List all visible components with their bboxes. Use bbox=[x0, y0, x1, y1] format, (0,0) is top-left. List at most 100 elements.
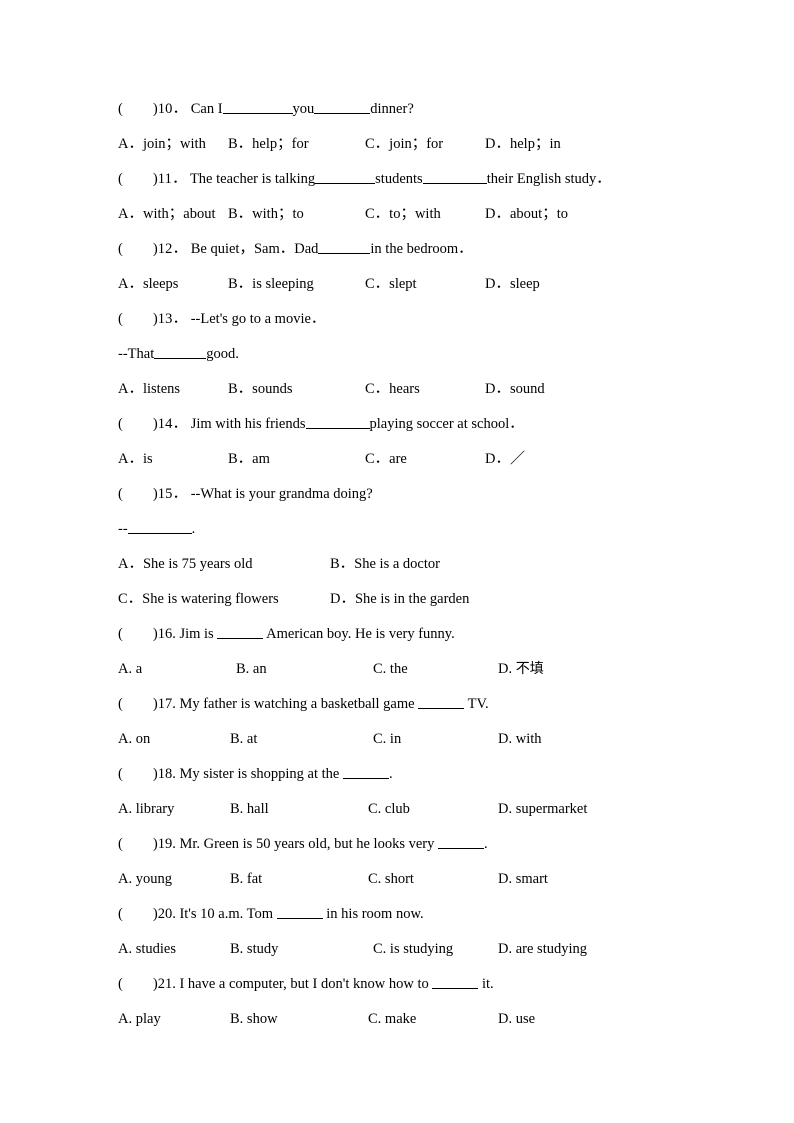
option-a-q19[interactable]: A. young bbox=[118, 862, 172, 897]
option-b-q21[interactable]: B. show bbox=[230, 1002, 278, 1037]
option-b-q15[interactable]: BShe is a doctor bbox=[330, 547, 440, 582]
option-b-q12[interactable]: Bis sleeping bbox=[228, 267, 314, 302]
stem-text-q10-1: Can I bbox=[190, 101, 223, 117]
option-c-q11[interactable]: Cto；with bbox=[365, 197, 441, 232]
option-a-q11[interactable]: Awith；about bbox=[118, 197, 215, 232]
answer-blank[interactable] bbox=[305, 415, 370, 429]
options-row-q20: A. studies B. study C. is studying D. ar… bbox=[118, 932, 678, 967]
slash-icon: ／ bbox=[509, 451, 525, 467]
option-b-q10[interactable]: Bhelp；for bbox=[228, 127, 309, 162]
option-d-q12[interactable]: Dsleep bbox=[485, 267, 540, 302]
option-c-q15[interactable]: CShe is watering flowers bbox=[118, 582, 279, 617]
option-d-q16[interactable]: D. 不填 bbox=[498, 652, 544, 687]
answer-blank[interactable] bbox=[127, 520, 192, 534]
stem-text-q11-2: students bbox=[375, 171, 423, 187]
option-a-q18[interactable]: A. library bbox=[118, 792, 174, 827]
option-d-q11[interactable]: Dabout；to bbox=[485, 197, 568, 232]
answer-blank[interactable] bbox=[418, 695, 465, 709]
answer-blank[interactable] bbox=[217, 625, 264, 639]
stem-text-q18-1: My sister is shopping at the bbox=[179, 766, 340, 782]
option-b-q17[interactable]: B. at bbox=[230, 722, 257, 757]
option-c-q17[interactable]: C. in bbox=[373, 722, 401, 757]
stem-text-q10-3: dinner? bbox=[370, 101, 414, 117]
option-c-q14[interactable]: Care bbox=[365, 442, 407, 477]
question-number-q12: 12 bbox=[157, 241, 173, 257]
option-c-q16[interactable]: C. the bbox=[373, 652, 408, 687]
option-c-q10[interactable]: Cjoin；for bbox=[365, 127, 443, 162]
option-d-q20[interactable]: D. are studying bbox=[498, 932, 587, 967]
question-number-q18: 18 bbox=[157, 766, 173, 782]
stem-text-q17-1: My father is watching a basketball game bbox=[179, 696, 415, 712]
answer-blank[interactable] bbox=[437, 835, 484, 849]
option-d-q14[interactable]: D／ bbox=[485, 442, 525, 477]
stem-text-q11-3: their English study． bbox=[486, 171, 611, 187]
option-a-q12[interactable]: Asleeps bbox=[118, 267, 178, 302]
stem-text-q14-1: Jim with his friends bbox=[190, 416, 306, 432]
options-row-q14: Ais Bam Care D／ bbox=[118, 442, 678, 477]
stem-text-q16-2: American boy. He is very funny. bbox=[266, 626, 455, 642]
option-a-q10[interactable]: Ajoin；with bbox=[118, 127, 206, 162]
option-b-q14[interactable]: Bam bbox=[228, 442, 270, 477]
option-d-q15[interactable]: DShe is in the garden bbox=[330, 582, 469, 617]
question-number-q10: 10 bbox=[157, 101, 173, 117]
option-c-q21[interactable]: C. make bbox=[368, 1002, 416, 1037]
answer-blank[interactable] bbox=[276, 905, 323, 919]
continuation-text-q15-1: -- bbox=[118, 521, 128, 537]
question-number-q11: 11 bbox=[157, 171, 173, 187]
option-a-q17[interactable]: A. on bbox=[118, 722, 150, 757]
option-a-q16[interactable]: A. a bbox=[118, 652, 142, 687]
worksheet-page: ()10 Can Iyoudinner? Ajoin；with Bhelp；fo… bbox=[0, 0, 794, 1123]
option-c-q13[interactable]: Chears bbox=[365, 372, 420, 407]
option-d-q13[interactable]: Dsound bbox=[485, 372, 545, 407]
question-number-q19: 19 bbox=[157, 836, 173, 852]
option-b-q11[interactable]: Bwith；to bbox=[228, 197, 304, 232]
option-c-q18[interactable]: C. club bbox=[368, 792, 410, 827]
option-d-q10[interactable]: Dhelp；in bbox=[485, 127, 561, 162]
bracket-open-q12: ( bbox=[118, 241, 123, 257]
stem-text-q18-2: . bbox=[388, 766, 393, 782]
option-d-q21[interactable]: D. use bbox=[498, 1002, 535, 1037]
question-list: ()10 Can Iyoudinner? Ajoin；with Bhelp；fo… bbox=[118, 92, 678, 1037]
answer-blank[interactable] bbox=[342, 765, 389, 779]
question-continuation-q13: --That good. bbox=[118, 337, 678, 372]
question-stem-q11: ()11 The teacher is talkingstudentstheir… bbox=[118, 162, 678, 197]
answer-blank[interactable] bbox=[432, 975, 479, 989]
bracket-open-q11: ( bbox=[118, 171, 123, 187]
stem-text-q19-2: . bbox=[483, 836, 488, 852]
option-b-q19[interactable]: B. fat bbox=[230, 862, 262, 897]
options-row-q15-bottom: CShe is watering flowers DShe is in the … bbox=[118, 582, 678, 617]
option-a-q21[interactable]: A. play bbox=[118, 1002, 161, 1037]
question-continuation-q15: --. bbox=[118, 512, 678, 547]
option-a-q15[interactable]: AShe is 75 years old bbox=[118, 547, 253, 582]
stem-text-q20-2: in his room now. bbox=[326, 906, 424, 922]
option-c-q20[interactable]: C. is studying bbox=[373, 932, 453, 967]
stem-text-q12-1: Be quiet，Sam．Dad bbox=[190, 241, 319, 257]
bracket-open-q21: ( bbox=[118, 976, 123, 992]
options-row-q16: A. a B. an C. the D. 不填 bbox=[118, 652, 678, 687]
answer-blank[interactable] bbox=[222, 100, 293, 114]
option-b-q16[interactable]: B. an bbox=[236, 652, 267, 687]
answer-blank[interactable] bbox=[318, 240, 371, 254]
options-row-q13: Alistens Bsounds Chears Dsound bbox=[118, 372, 678, 407]
option-b-q20[interactable]: B. study bbox=[230, 932, 278, 967]
question-stem-q13: ()13 --Let's go to a movie． bbox=[118, 302, 678, 337]
question-stem-q20: ()20. It's 10 a.m. Tom in his room now. bbox=[118, 905, 424, 922]
continuation-text-q15-2: . bbox=[191, 521, 196, 537]
option-b-q18[interactable]: B. hall bbox=[230, 792, 269, 827]
answer-blank[interactable] bbox=[315, 170, 376, 184]
option-a-q20[interactable]: A. studies bbox=[118, 932, 176, 967]
options-row-q19: A. young B. fat C. short D. smart bbox=[118, 862, 678, 897]
option-d-q18[interactable]: D. supermarket bbox=[498, 792, 587, 827]
answer-blank[interactable] bbox=[154, 345, 207, 359]
option-b-q13[interactable]: Bsounds bbox=[228, 372, 292, 407]
answer-blank[interactable] bbox=[422, 170, 487, 184]
option-c-q12[interactable]: Cslept bbox=[365, 267, 417, 302]
stem-text-q12-2: in the bedroom． bbox=[370, 241, 473, 257]
option-c-q19[interactable]: C. short bbox=[368, 862, 414, 897]
answer-blank[interactable] bbox=[314, 100, 371, 114]
option-d-q19[interactable]: D. smart bbox=[498, 862, 548, 897]
option-d-q17[interactable]: D. with bbox=[498, 722, 542, 757]
option-a-q13[interactable]: Alistens bbox=[118, 372, 180, 407]
continuation-text-q13-1: --That bbox=[118, 346, 155, 362]
option-a-q14[interactable]: Ais bbox=[118, 442, 153, 477]
